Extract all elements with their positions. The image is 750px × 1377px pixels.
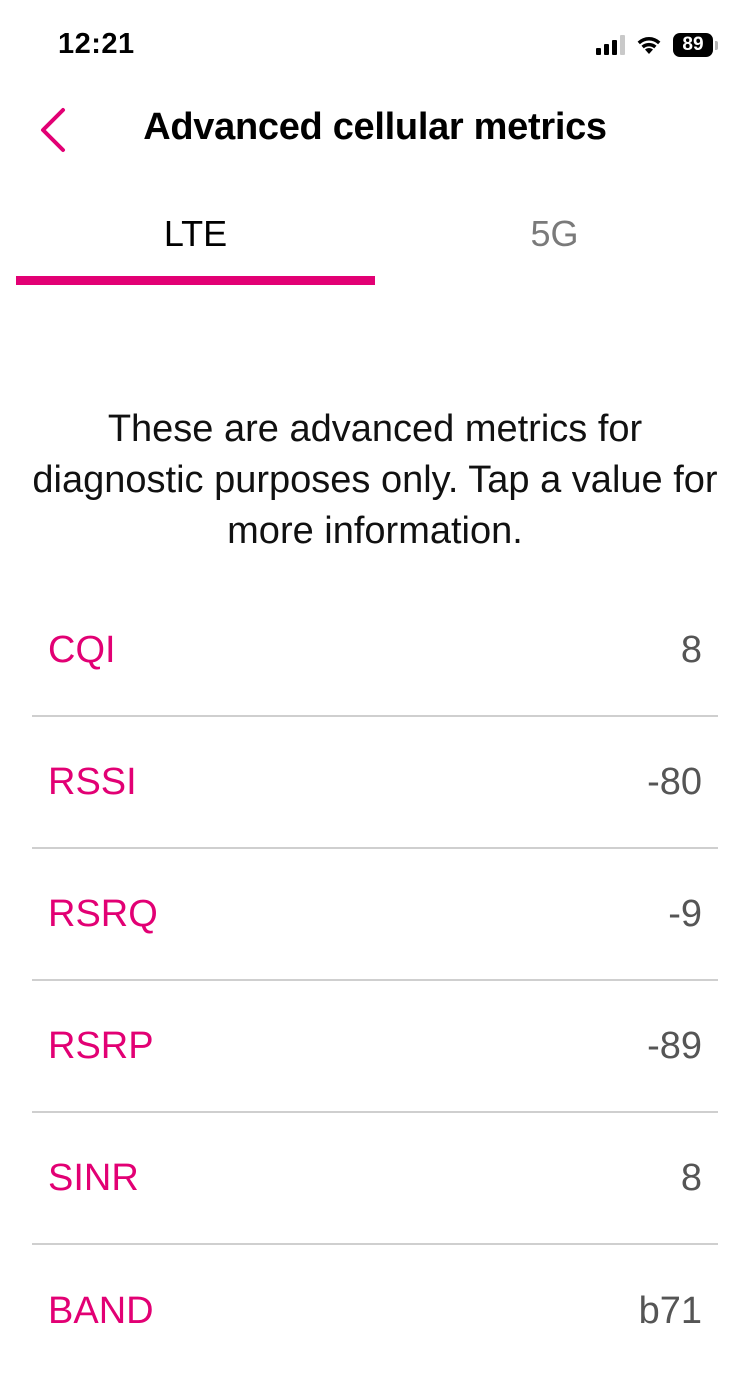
battery-icon: 89: [673, 33, 718, 57]
metric-value[interactable]: -80: [647, 761, 702, 804]
tab-lte[interactable]: LTE: [16, 195, 375, 285]
status-icons: 89: [596, 30, 718, 60]
metric-label: CQI: [48, 628, 116, 671]
metric-label: RSRQ: [48, 892, 158, 935]
tab-5g[interactable]: 5G: [375, 195, 734, 285]
active-tab-indicator: [16, 276, 375, 285]
metric-label: RSRP: [48, 1024, 154, 1067]
metric-label: SINR: [48, 1156, 139, 1199]
metric-row-band[interactable]: BAND b71: [32, 1245, 718, 1377]
status-bar: 12:21 89: [0, 0, 750, 90]
metric-value[interactable]: 8: [681, 1157, 702, 1200]
tab-lte-label: LTE: [163, 213, 228, 254]
metric-value[interactable]: -89: [647, 1025, 702, 1068]
metric-value[interactable]: b71: [639, 1290, 702, 1333]
metric-label: BAND: [48, 1289, 154, 1332]
diagnostic-description: These are advanced metrics for diagnosti…: [32, 408, 718, 552]
metric-value[interactable]: 8: [681, 629, 702, 672]
navigation-bar: Advanced cellular metrics: [0, 90, 750, 170]
metric-value[interactable]: -9: [668, 893, 702, 936]
status-time: 12:21: [58, 28, 135, 60]
metric-row-rssi[interactable]: RSSI -80: [32, 717, 718, 849]
cellular-signal-icon: [596, 35, 625, 55]
wifi-icon: [637, 37, 661, 54]
tab-5g-label: 5G: [530, 213, 579, 254]
metric-row-rsrp[interactable]: RSRP -89: [32, 981, 718, 1113]
metric-label: RSSI: [48, 760, 137, 803]
metric-row-cqi[interactable]: CQI 8: [32, 585, 718, 717]
network-tabs: LTE 5G: [16, 195, 734, 285]
battery-level: 89: [673, 33, 713, 57]
page-title: Advanced cellular metrics: [143, 106, 607, 148]
metrics-list: CQI 8 RSSI -80 RSRQ -9 RSRP -89 SINR 8 B…: [32, 585, 718, 1377]
metric-row-sinr[interactable]: SINR 8: [32, 1113, 718, 1245]
metric-row-rsrq[interactable]: RSRQ -9: [32, 849, 718, 981]
